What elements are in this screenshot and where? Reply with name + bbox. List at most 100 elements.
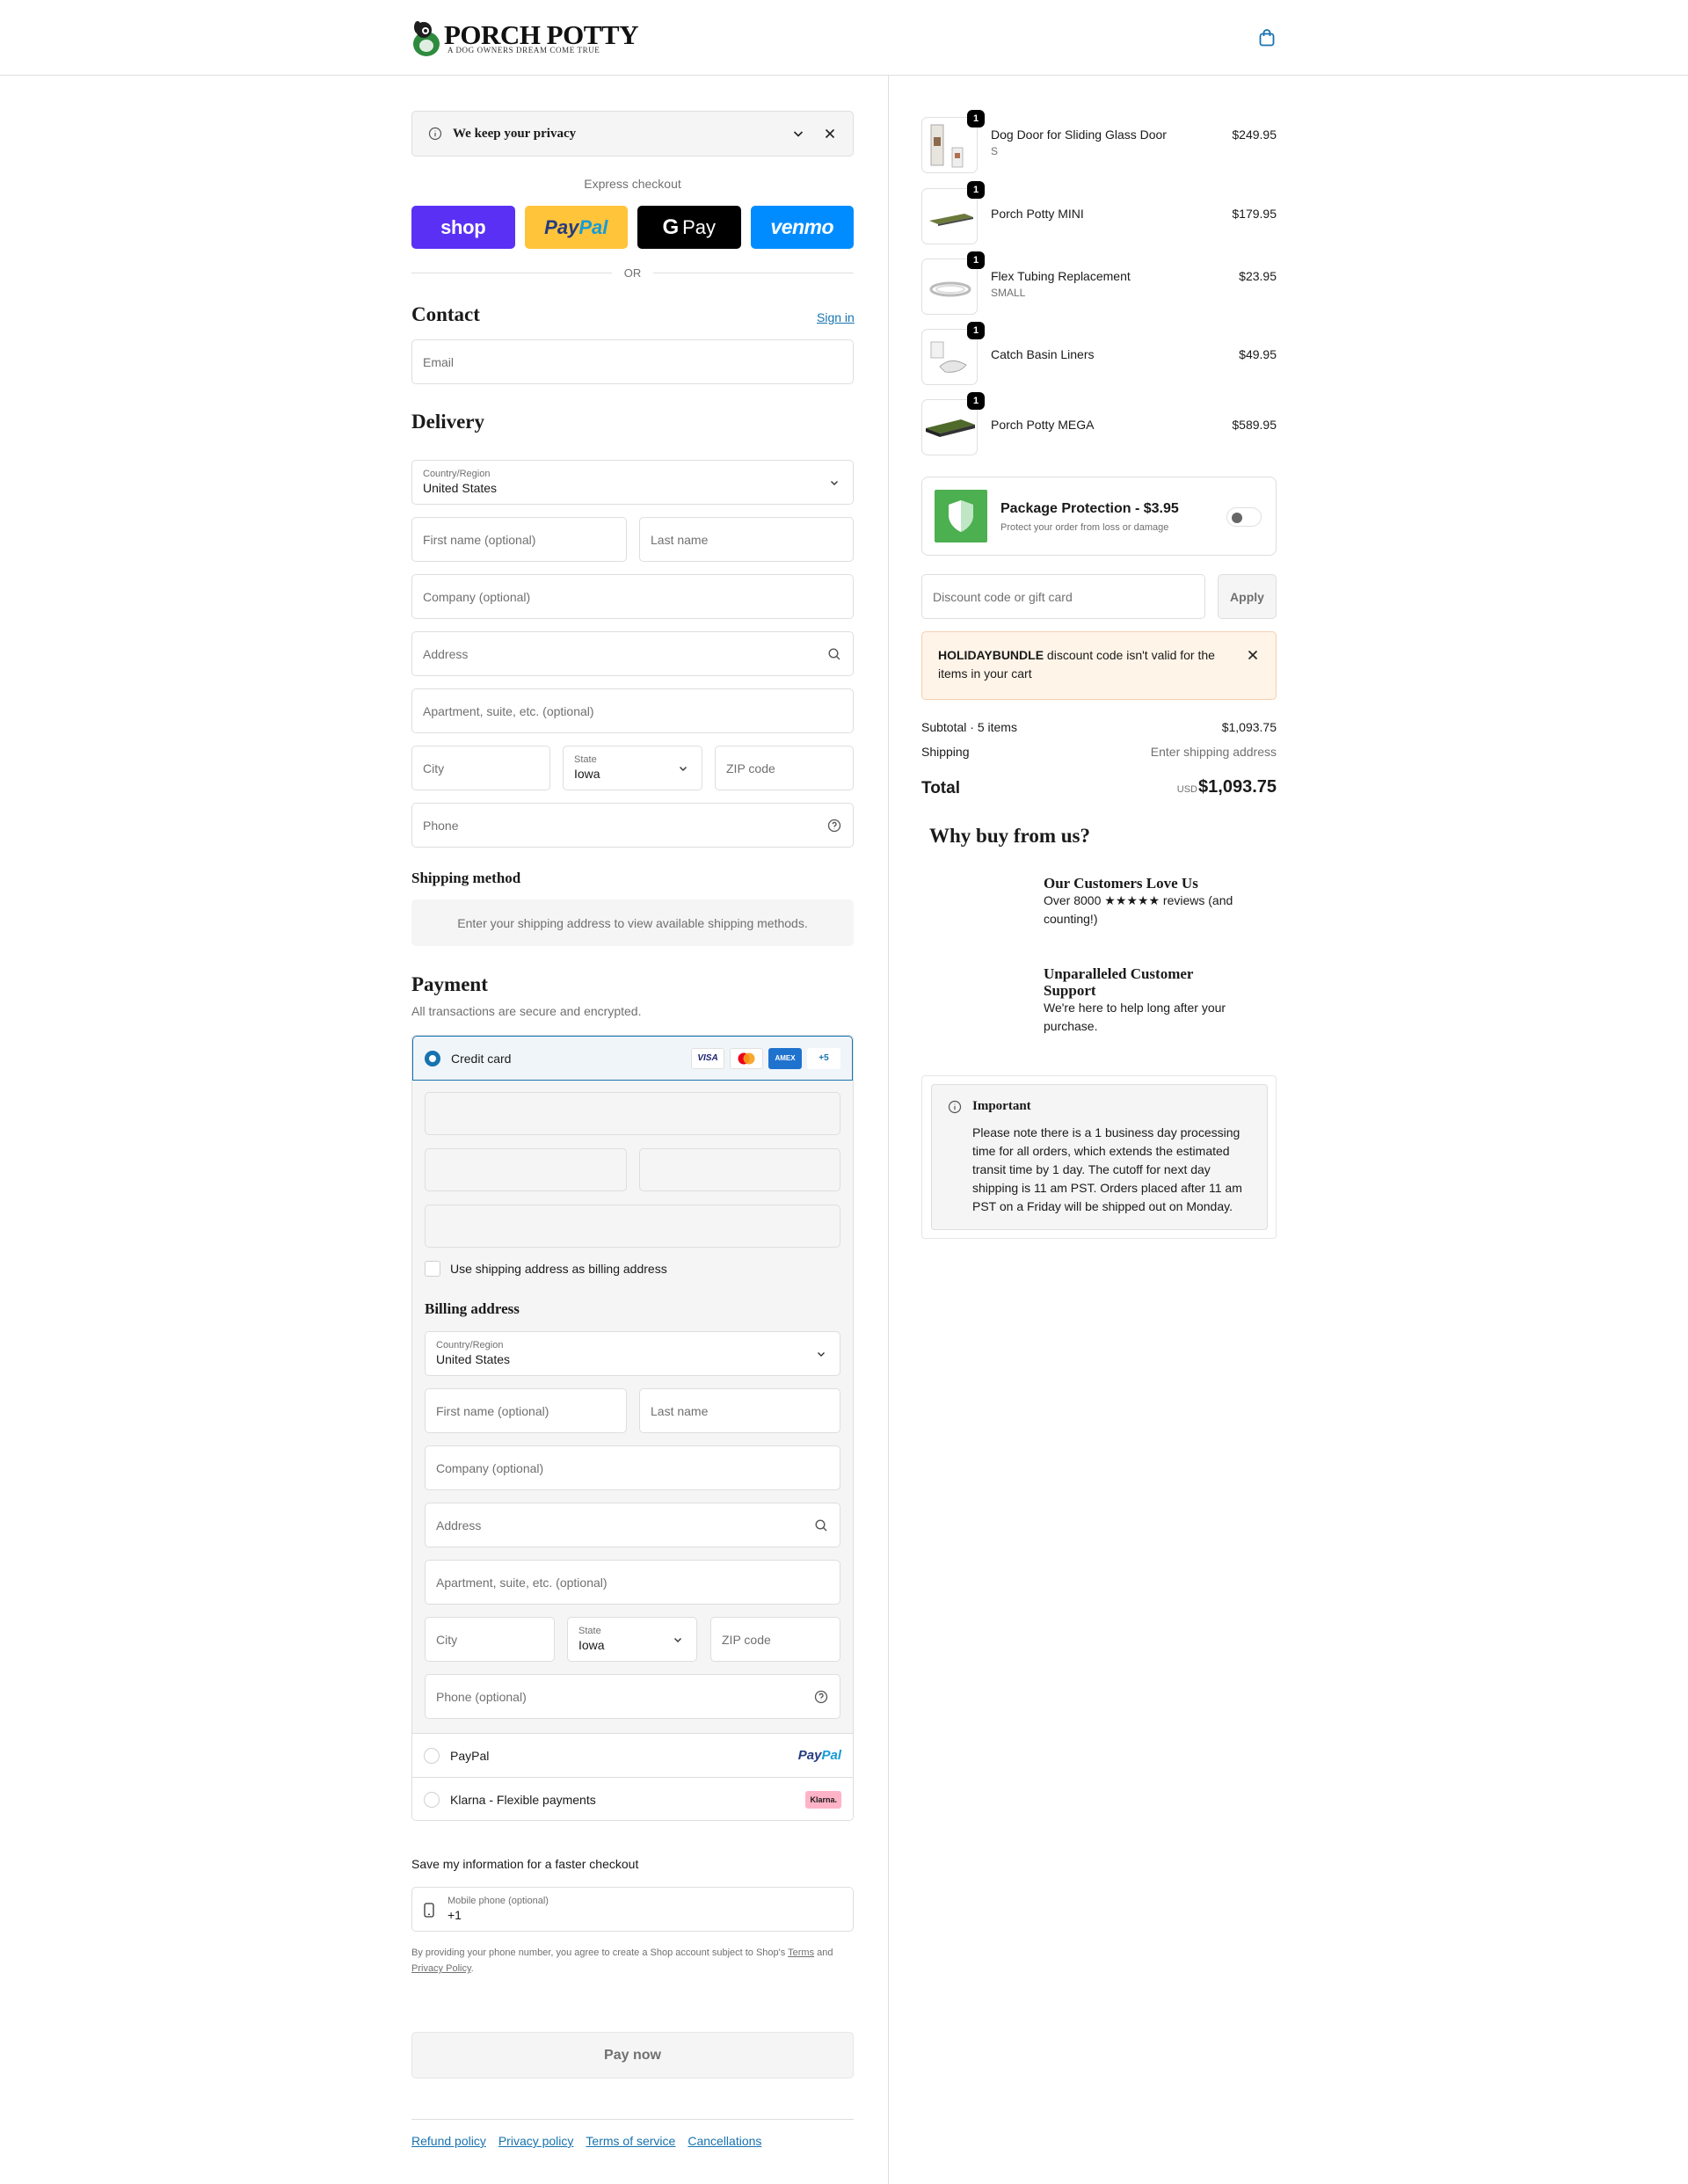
save-info-label: Save my information for a faster checkou…: [411, 1857, 639, 1871]
item-variant: SMALL: [991, 287, 1026, 299]
contact-heading: Contact: [411, 303, 480, 325]
email-field[interactable]: Email: [411, 339, 854, 384]
help-circle-icon[interactable]: [827, 819, 841, 833]
dog-logo-icon: [411, 18, 442, 58]
zip-field[interactable]: ZIP code: [715, 746, 854, 790]
cancellations-link[interactable]: Cancellations: [688, 2134, 761, 2148]
total-row: Total USD $1,093.75: [921, 777, 1277, 797]
item-price: $589.95: [1232, 418, 1277, 432]
card-expiry-field[interactable]: [425, 1148, 627, 1191]
billing-last-name-field[interactable]: Last name: [639, 1388, 840, 1433]
more-cards-badge: +5: [807, 1047, 840, 1069]
terms-of-service-link[interactable]: Terms of service: [586, 2134, 675, 2148]
close-icon[interactable]: [1246, 648, 1260, 662]
klarna-logo-icon: Klarna.: [805, 1790, 841, 1809]
billing-address-heading: Billing address: [425, 1300, 520, 1317]
credit-card-radio[interactable]: [425, 1050, 440, 1067]
last-name-field[interactable]: Last name: [639, 517, 854, 562]
quantity-badge: 1: [967, 322, 985, 339]
sign-in-link[interactable]: Sign in: [817, 310, 855, 324]
first-name-field[interactable]: First name (optional): [411, 517, 627, 562]
help-circle-icon[interactable]: [814, 1690, 828, 1704]
quantity-badge: 1: [967, 110, 985, 127]
privacy-policy-link[interactable]: Privacy policy: [498, 2134, 574, 2148]
line-item: 1 Flex Tubing Replacement SMALL $23.95: [921, 251, 1277, 317]
apartment-field[interactable]: Apartment, suite, etc. (optional): [411, 688, 854, 733]
paypal-option[interactable]: PayPal PayPal: [412, 1733, 853, 1777]
info-icon: [948, 1100, 962, 1114]
state-select[interactable]: State Iowa: [563, 746, 702, 790]
item-name: Porch Potty MEGA: [991, 418, 1095, 432]
apply-discount-button[interactable]: Apply: [1218, 574, 1277, 619]
use-shipping-checkbox-row[interactable]: Use shipping address as billing address: [425, 1261, 667, 1277]
billing-first-name-field[interactable]: First name (optional): [425, 1388, 627, 1433]
line-item: 1 Catch Basin Liners $49.95: [921, 322, 1277, 387]
country-select[interactable]: Country/Region United States: [411, 460, 854, 505]
use-shipping-checkbox[interactable]: [425, 1261, 440, 1277]
shipping-method-info: Enter your shipping address to view avai…: [411, 899, 854, 946]
line-item: 1 Porch Potty MEGA $589.95: [921, 392, 1277, 457]
close-icon[interactable]: [823, 127, 837, 141]
billing-address-field[interactable]: Address: [425, 1503, 840, 1547]
brand-logo[interactable]: PORCH POTTY A DOG OWNERS DREAM COME TRUE: [411, 17, 638, 59]
privacy-label: We keep your privacy: [453, 126, 577, 141]
protection-toggle[interactable]: [1226, 507, 1262, 527]
shipping-method-heading: Shipping method: [411, 870, 521, 886]
item-price: $249.95: [1232, 127, 1277, 142]
paypal-button[interactable]: PayPal: [524, 206, 628, 249]
pay-now-button[interactable]: Pay now: [411, 2032, 854, 2078]
shop-pay-button[interactable]: shop: [411, 206, 515, 249]
shopping-bag-icon[interactable]: [1257, 28, 1277, 47]
visa-icon: VISA: [691, 1047, 724, 1069]
important-notice: Important Please note there is a 1 busin…: [931, 1084, 1268, 1230]
address-field[interactable]: Address: [411, 631, 854, 676]
discount-code-input[interactable]: Discount code or gift card: [921, 574, 1205, 619]
paypal-logo-icon: PayPal: [797, 1748, 841, 1763]
card-number-field[interactable]: [425, 1092, 840, 1135]
express-checkout-label: Express checkout: [584, 177, 681, 191]
privacy-policy-inline-link[interactable]: Privacy Policy: [411, 1963, 471, 1974]
item-variant: S: [991, 145, 999, 157]
city-field[interactable]: City: [411, 746, 550, 790]
express-checkout-buttons: shop PayPal G Pay venmo: [411, 206, 854, 249]
billing-zip-field[interactable]: ZIP code: [710, 1617, 840, 1662]
billing-state-select[interactable]: State Iowa: [567, 1617, 697, 1662]
card-name-field[interactable]: [425, 1205, 840, 1248]
line-item: 1 Dog Door for Sliding Glass Door S $249…: [921, 110, 1277, 175]
klarna-option[interactable]: Klarna - Flexible payments Klarna.: [412, 1777, 853, 1820]
footer-links: Refund policy Privacy policy Terms of se…: [411, 2134, 761, 2148]
phone-field[interactable]: Phone: [411, 803, 854, 848]
shield-icon: [935, 490, 987, 542]
mastercard-icon: [730, 1047, 763, 1069]
terms-link[interactable]: Terms: [788, 1947, 814, 1958]
amex-icon: AMEX: [768, 1047, 802, 1069]
shop-legal-text: By providing your phone number, you agre…: [411, 1947, 833, 1974]
search-icon: [828, 647, 840, 659]
brand-name: PORCH POTTY: [444, 18, 638, 50]
discount-warning: HOLIDAYBUNDLE discount code isn't valid …: [921, 631, 1277, 700]
paypal-radio[interactable]: [424, 1747, 440, 1764]
mobile-phone-field[interactable]: Mobile phone (optional) +1: [411, 1887, 854, 1932]
privacy-banner[interactable]: We keep your privacy: [411, 111, 854, 157]
line-item: 1 Porch Potty MINI $179.95: [921, 181, 1277, 246]
google-pay-button[interactable]: G Pay: [637, 206, 741, 249]
company-field[interactable]: Company (optional): [411, 574, 854, 619]
venmo-button[interactable]: venmo: [750, 206, 854, 249]
card-cvv-field[interactable]: [639, 1148, 840, 1191]
protection-subtitle: Protect your order from loss or damage: [1000, 522, 1169, 533]
refund-policy-link[interactable]: Refund policy: [411, 2134, 486, 2148]
item-name: Flex Tubing Replacement: [991, 269, 1131, 283]
billing-city-field[interactable]: City: [425, 1617, 555, 1662]
billing-apartment-field[interactable]: Apartment, suite, etc. (optional): [425, 1560, 840, 1605]
billing-phone-field[interactable]: Phone (optional): [425, 1674, 840, 1719]
billing-company-field[interactable]: Company (optional): [425, 1445, 840, 1490]
billing-country-select[interactable]: Country/Region United States: [425, 1331, 840, 1376]
column-divider: [888, 76, 889, 2184]
klarna-radio[interactable]: [424, 1791, 440, 1808]
subtotal-row: Subtotal · 5 items $1,093.75: [921, 720, 1277, 734]
chevron-down-icon[interactable]: [791, 127, 805, 141]
header: PORCH POTTY A DOG OWNERS DREAM COME TRUE: [0, 0, 1688, 76]
total-value: $1,093.75: [1198, 777, 1277, 797]
credit-card-option[interactable]: Credit card VISA AMEX +5: [412, 1036, 853, 1081]
chevron-down-icon: [831, 480, 838, 485]
